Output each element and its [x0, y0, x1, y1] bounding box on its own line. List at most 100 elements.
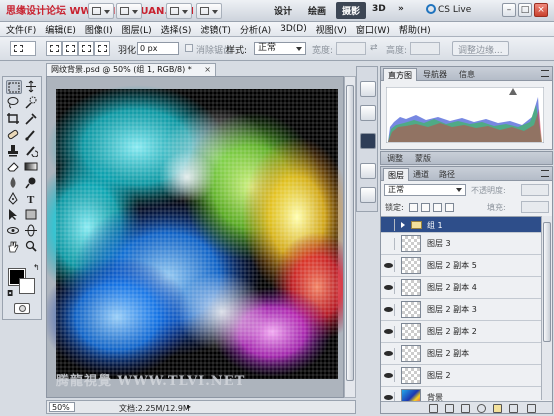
quick-selection-tool-icon[interactable] [24, 96, 40, 110]
menu-window[interactable]: 窗口(W) [356, 23, 390, 36]
tab-navigator[interactable]: 导航器 [419, 68, 451, 81]
document-size-info[interactable]: 文档:2.25M/12.9M [119, 403, 190, 414]
menu-help[interactable]: 帮助(H) [399, 23, 431, 36]
3d-rotate-tool-icon[interactable] [6, 224, 22, 238]
menu-3d[interactable]: 3D(D) [280, 24, 307, 34]
scrollbar-thumb[interactable] [543, 222, 551, 342]
visibility-toggle-icon[interactable] [383, 326, 395, 338]
history-panel-icon[interactable] [360, 81, 376, 97]
pen-tool-icon[interactable] [6, 191, 22, 206]
default-colors-icon[interactable]: ◘ [7, 289, 13, 298]
blur-tool-icon[interactable] [6, 176, 22, 190]
layer-row[interactable]: 图层 3 [381, 233, 541, 255]
menu-layer[interactable]: 图层(L) [122, 23, 152, 36]
clone-stamp-tool-icon[interactable] [6, 144, 22, 158]
fill-input[interactable] [521, 201, 549, 213]
tab-histogram[interactable]: 直方图 [383, 68, 417, 81]
menu-analysis[interactable]: 分析(A) [240, 23, 271, 36]
workspace-photography[interactable]: 摄影 [336, 2, 367, 19]
close-button[interactable]: × [534, 3, 548, 17]
panel-menu-icon[interactable] [541, 70, 549, 77]
workspace-painting[interactable]: 绘画 [302, 2, 332, 19]
tab-adjustments[interactable]: 调整 [383, 152, 407, 165]
marquee-tool-icon[interactable] [6, 80, 22, 94]
new-layer-icon[interactable] [509, 404, 518, 413]
character-panel-icon[interactable] [360, 163, 376, 179]
maximize-button[interactable]: □ [518, 3, 532, 17]
tab-paths[interactable]: 路径 [435, 168, 459, 181]
zoom-level-button[interactable] [116, 3, 142, 19]
feather-input[interactable]: 0 px [137, 42, 179, 55]
width-input[interactable] [336, 42, 366, 55]
document-close-icon[interactable]: × [204, 64, 211, 76]
gradient-tool-icon[interactable] [24, 160, 40, 174]
layers-scrollbar[interactable] [541, 216, 552, 400]
tab-info[interactable]: 信息 [455, 68, 479, 81]
visibility-toggle-icon[interactable] [383, 304, 395, 316]
panel-menu-icon[interactable] [541, 170, 549, 177]
tab-masks[interactable]: 蒙版 [411, 152, 435, 165]
document-canvas-area[interactable] [46, 76, 344, 398]
tool-preset-picker[interactable] [10, 41, 36, 56]
mini-bridge-icon[interactable] [360, 133, 376, 149]
paragraph-panel-icon[interactable] [360, 187, 376, 203]
crop-tool-icon[interactable] [6, 112, 22, 126]
history-brush-tool-icon[interactable] [24, 144, 40, 158]
visibility-toggle-icon[interactable] [383, 260, 395, 272]
menu-file[interactable]: 文件(F) [6, 23, 36, 36]
lock-all-icon[interactable] [445, 203, 454, 212]
layer-style-icon[interactable] [445, 404, 454, 413]
layer-row[interactable]: 图层 2 副本 4 [381, 277, 541, 299]
hand-tool-icon[interactable] [6, 240, 22, 254]
subtract-selection-button[interactable] [78, 41, 94, 56]
cs-live-button[interactable]: CS Live [422, 2, 475, 19]
visibility-toggle-icon[interactable] [383, 370, 395, 382]
height-input[interactable] [410, 42, 440, 55]
actions-panel-icon[interactable] [360, 105, 376, 121]
swap-dimensions-icon[interactable]: ⇄ [370, 43, 378, 53]
document-tab[interactable]: 网纹背景.psd @ 50% (组 1, RGB/8) * × [46, 63, 216, 76]
visibility-toggle-icon[interactable] [383, 282, 395, 294]
layer-row[interactable]: 图层 2 [381, 365, 541, 387]
lock-image-icon[interactable] [421, 203, 430, 212]
type-tool-icon[interactable]: T [24, 192, 40, 206]
menu-filter[interactable]: 滤镜(T) [200, 23, 231, 36]
workspace-3d[interactable]: 3D [366, 2, 392, 19]
opacity-input[interactable] [521, 184, 549, 196]
view-extras-button[interactable] [88, 3, 114, 19]
zoom-tool-icon[interactable] [24, 240, 40, 254]
3d-orbit-tool-icon[interactable] [24, 224, 40, 238]
add-mask-icon[interactable] [461, 404, 470, 413]
adjustment-layer-icon[interactable] [477, 404, 486, 413]
tab-channels[interactable]: 通道 [409, 168, 433, 181]
eraser-tool-icon[interactable] [6, 160, 22, 174]
menu-view[interactable]: 视图(V) [316, 23, 347, 36]
scrollbar-thumb[interactable] [346, 85, 354, 381]
expand-group-icon[interactable] [401, 222, 405, 228]
screen-mode-button[interactable] [196, 3, 222, 19]
quick-mask-button[interactable] [14, 303, 30, 314]
visibility-toggle-icon[interactable] [383, 348, 395, 360]
new-group-icon[interactable] [493, 404, 502, 413]
path-selection-tool-icon[interactable] [6, 208, 22, 222]
refine-edge-button[interactable]: 调整边缘... [452, 41, 509, 56]
new-selection-button[interactable] [46, 41, 62, 56]
workspace-design[interactable]: 设计 [268, 2, 298, 19]
zoom-field[interactable]: 50% [49, 402, 75, 412]
blend-mode-select[interactable]: 正常 [384, 184, 466, 196]
antialias-checkbox[interactable] [185, 44, 193, 52]
visibility-toggle-icon[interactable] [383, 238, 395, 250]
layer-row[interactable]: 图层 2 副本 3 [381, 299, 541, 321]
layer-row[interactable]: 图层 2 副本 [381, 343, 541, 365]
style-select[interactable]: 正常 [254, 42, 306, 55]
rectangle-tool-icon[interactable] [24, 208, 40, 222]
lock-position-icon[interactable] [433, 203, 442, 212]
link-layers-icon[interactable] [429, 404, 438, 413]
healing-brush-tool-icon[interactable] [6, 128, 22, 142]
delete-layer-icon[interactable] [527, 404, 536, 413]
cache-warning-icon[interactable] [509, 88, 517, 95]
status-menu-arrow-icon[interactable]: ▸ [187, 402, 191, 411]
layer-row[interactable]: 图层 2 副本 2 [381, 321, 541, 343]
canvas-vertical-scrollbar[interactable] [344, 76, 356, 398]
background-color-swatch[interactable] [19, 278, 35, 294]
